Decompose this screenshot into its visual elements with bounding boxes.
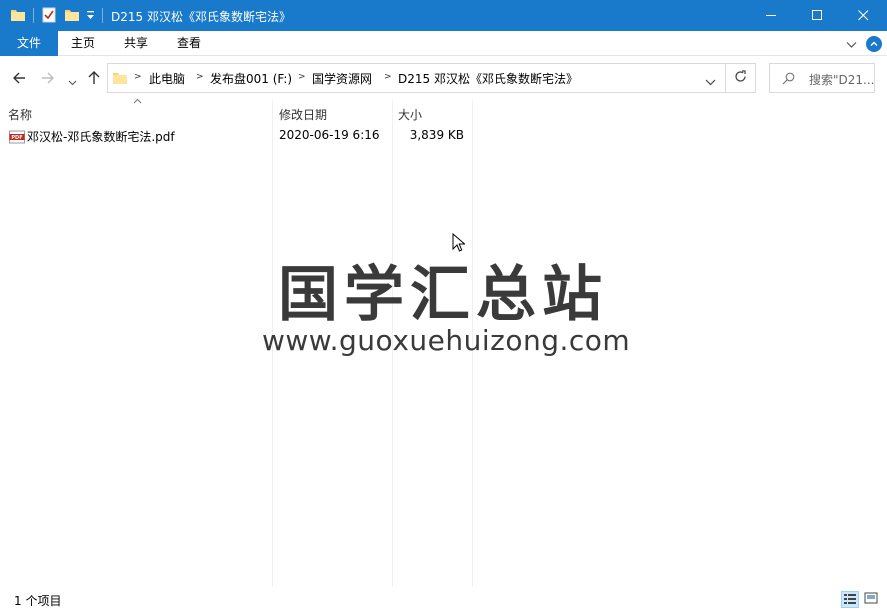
search-input[interactable]: 搜索"D21... [809, 71, 874, 88]
ribbon-tabs: 文件 主页 共享 查看 [0, 31, 887, 56]
expand-ribbon-icon[interactable] [846, 38, 857, 52]
customize-quick-access-icon[interactable] [86, 10, 95, 24]
folder-icon [112, 70, 128, 89]
breadcrumb-current[interactable]: D215 邓汉松《邓氏象数断宅法》 [398, 70, 578, 87]
refresh-icon [734, 70, 747, 86]
breadcrumb-drive[interactable]: 发布盘001 (F:) [210, 70, 292, 87]
separator [33, 8, 34, 23]
svg-text:PDF: PDF [11, 135, 22, 141]
tab-home[interactable]: 主页 [58, 31, 108, 56]
breadcrumb-this-pc[interactable]: 此电脑 [149, 70, 185, 87]
large-icons-view-icon[interactable] [863, 591, 881, 608]
back-arrow-icon[interactable] [12, 71, 26, 88]
column-header-date[interactable]: 修改日期 [279, 106, 327, 123]
properties-icon[interactable] [41, 7, 57, 26]
new-folder-icon[interactable] [64, 7, 80, 26]
watermark-title: 国学汇总站 [278, 260, 608, 330]
breadcrumb-separator[interactable]: > [384, 72, 392, 82]
tab-share[interactable]: 共享 [111, 31, 161, 56]
maximize-button[interactable] [794, 0, 840, 31]
folder-icon [10, 7, 26, 26]
breadcrumb-separator[interactable]: > [134, 72, 142, 82]
watermark-url: www.guoxuehuizong.com [262, 324, 631, 357]
status-bar: 1 个项目 [0, 588, 887, 611]
file-size: 3,839 KB [409, 128, 464, 142]
help-icon[interactable] [866, 36, 882, 52]
item-count: 1 个项目 [14, 594, 62, 608]
mouse-cursor-icon [452, 232, 467, 255]
file-date: 2020-06-19 6:16 [279, 128, 380, 142]
recent-locations-icon[interactable] [68, 75, 77, 89]
forward-arrow-icon[interactable] [41, 71, 55, 88]
search-icon [782, 72, 795, 88]
file-name[interactable]: 邓汉松-邓氏象数断宅法.pdf [27, 128, 175, 145]
title-bar: D215 邓汉松《邓氏象数断宅法》 [0, 0, 887, 31]
refresh-button[interactable] [726, 63, 756, 93]
breadcrumb-separator[interactable]: > [196, 72, 204, 82]
breadcrumb-folder[interactable]: 国学资源网 [312, 70, 372, 87]
details-view-icon[interactable] [841, 591, 859, 608]
pdf-icon: PDF [9, 130, 25, 144]
separator [102, 8, 103, 23]
breadcrumb-separator[interactable]: > [298, 72, 306, 82]
minimize-button[interactable] [748, 0, 794, 31]
sort-ascending-icon [133, 97, 142, 107]
up-arrow-icon[interactable] [87, 70, 101, 88]
tab-view[interactable]: 查看 [164, 31, 214, 56]
tab-file[interactable]: 文件 [0, 31, 58, 56]
search-box[interactable]: 搜索"D21... [769, 63, 875, 93]
close-button[interactable] [840, 0, 886, 31]
column-header-name[interactable]: 名称 [8, 106, 32, 123]
address-dropdown-icon[interactable] [705, 75, 716, 89]
window-title: D215 邓汉松《邓氏象数断宅法》 [111, 10, 291, 24]
column-header-size[interactable]: 大小 [398, 106, 422, 123]
